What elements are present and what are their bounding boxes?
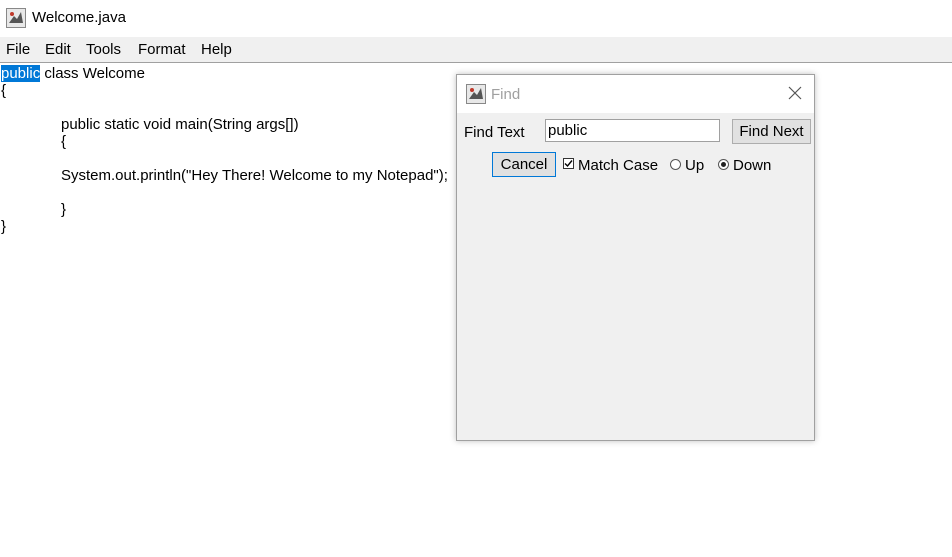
match-case-label: Match Case — [578, 157, 659, 174]
direction-up-label: Up — [685, 157, 705, 174]
code-line-1: public class Welcome — [1, 65, 145, 82]
menu-file[interactable]: File — [6, 41, 30, 58]
radio-selected-dot — [721, 162, 726, 167]
menu-help[interactable]: Help — [201, 41, 232, 58]
menu-tools[interactable]: Tools — [86, 41, 121, 58]
code-line-5: { — [61, 133, 67, 150]
find-dialog-title-bar[interactable]: Find — [457, 75, 814, 113]
code-line-4: public static void main(String args[]) — [61, 116, 299, 133]
code-line-7: System.out.println("Hey There! Welcome t… — [61, 167, 448, 184]
direction-down-radio[interactable] — [718, 159, 729, 170]
code-line-2: { — [1, 82, 7, 99]
menu-format[interactable]: Format — [138, 41, 186, 58]
find-next-button[interactable]: Find Next — [732, 119, 811, 144]
code-line-10: } — [1, 218, 7, 235]
code-line-9: } — [61, 201, 67, 218]
menu-edit[interactable]: Edit — [45, 41, 71, 58]
code-line-1-rest: class Welcome — [40, 65, 145, 82]
checkmark-icon — [564, 160, 573, 168]
direction-down-label: Down — [733, 157, 772, 174]
java-app-icon — [6, 8, 26, 28]
find-dialog: Find Find Text Find Next Cancel Match Ca… — [456, 74, 815, 441]
find-text-input[interactable] — [545, 119, 720, 142]
selected-text: public — [1, 65, 41, 82]
close-icon[interactable] — [786, 84, 804, 102]
match-case-checkbox[interactable] — [563, 158, 574, 169]
find-text-label: Find Text — [464, 124, 525, 141]
direction-up-radio[interactable] — [670, 159, 681, 170]
title-bar: Welcome.java — [0, 0, 952, 37]
notepad-window: Welcome.java File Edit Tools Format Help… — [0, 0, 952, 557]
window-title: Welcome.java — [32, 9, 126, 26]
menu-bar: File Edit Tools Format Help — [0, 37, 952, 63]
cancel-button[interactable]: Cancel — [492, 152, 556, 177]
java-app-icon — [466, 84, 486, 104]
find-dialog-title: Find — [491, 86, 521, 103]
